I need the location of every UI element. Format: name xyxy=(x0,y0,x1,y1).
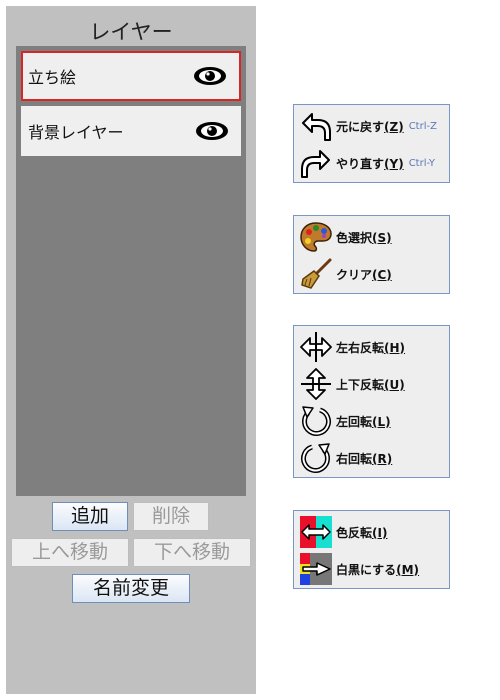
layer-name: 背景レイヤー xyxy=(28,123,124,142)
invert-colors-icon xyxy=(300,516,332,548)
layer-list[interactable]: 立ち絵 背景レイヤー xyxy=(16,46,246,496)
move-up-button[interactable]: 上へ移動 xyxy=(11,538,129,567)
undo-arrow-icon xyxy=(302,113,331,141)
layer-item-selected[interactable]: 立ち絵 xyxy=(21,51,241,101)
flip-horizontal-button[interactable]: 左右反転(H) xyxy=(299,330,405,364)
move-down-button[interactable]: 下へ移動 xyxy=(133,538,251,567)
palette-icon xyxy=(300,222,332,252)
eye-icon[interactable] xyxy=(193,66,227,86)
layer-item[interactable]: 背景レイヤー xyxy=(21,106,241,156)
delete-layer-button[interactable]: 削除 xyxy=(133,502,209,531)
eye-icon[interactable] xyxy=(195,121,229,141)
flip-vertical-icon xyxy=(301,368,331,400)
flip-horizontal-icon xyxy=(300,332,332,362)
undo-button[interactable]: 元に戻す(Z) Ctrl-Z xyxy=(299,109,437,143)
redo-arrow-icon xyxy=(301,150,330,178)
history-group: 元に戻す(Z) Ctrl-Z やり直す(Y) Ctrl-Y xyxy=(293,104,450,183)
rotate-right-button[interactable]: 右回転(R) xyxy=(299,441,392,475)
redo-button[interactable]: やり直す(Y) Ctrl-Y xyxy=(299,146,435,180)
select-color-button[interactable]: 色選択(S) xyxy=(299,220,392,254)
grayscale-button[interactable]: 白黒にする(M) xyxy=(299,552,419,586)
grayscale-icon xyxy=(300,553,332,585)
shortcut-hint: Ctrl-Z xyxy=(408,120,437,132)
rotate-right-icon xyxy=(301,443,330,473)
rotate-left-icon xyxy=(302,406,331,436)
clear-button[interactable]: クリア(C) xyxy=(299,257,392,291)
transform-group: 左右反転(H) 上下反転(U) 左回転(L) 右回転(R) xyxy=(293,325,450,478)
panel-title: レイヤー xyxy=(89,20,173,44)
layer-panel: レイヤー 立ち絵 背景レイヤー 追加 削除 上へ移動 下へ移動 名前変更 xyxy=(6,6,256,694)
rename-layer-button[interactable]: 名前変更 xyxy=(72,574,190,603)
filter-group: 色反転(I) 白黒にする(M) xyxy=(293,510,450,589)
layer-name: 立ち絵 xyxy=(28,68,77,87)
broom-icon xyxy=(301,258,332,289)
invert-colors-button[interactable]: 色反転(I) xyxy=(299,515,387,549)
shortcut-hint: Ctrl-Y xyxy=(408,157,436,169)
color-group: 色選択(S) クリア(C) xyxy=(293,215,450,294)
flip-vertical-button[interactable]: 上下反転(U) xyxy=(299,367,405,401)
rotate-left-button[interactable]: 左回転(L) xyxy=(299,404,391,438)
add-layer-button[interactable]: 追加 xyxy=(52,502,128,531)
